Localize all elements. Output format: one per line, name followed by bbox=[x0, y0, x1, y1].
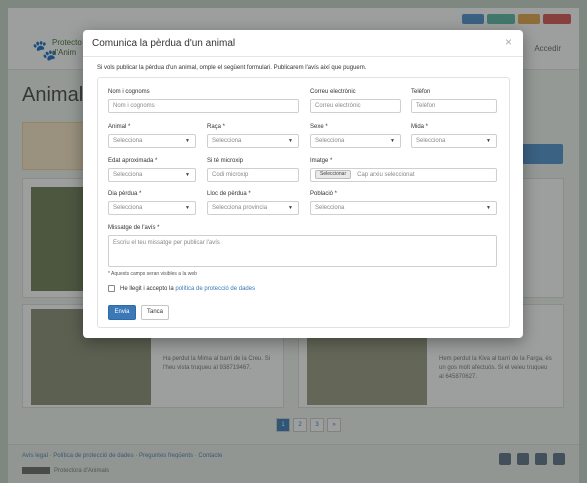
privacy-consent-label: He llegit i accepto la política de prote… bbox=[120, 286, 255, 292]
breed-select-value: Selecciona bbox=[212, 138, 242, 144]
sex-label: Sexe * bbox=[310, 124, 328, 130]
size-label: Mida * bbox=[411, 124, 429, 130]
date-select-value: Selecciona bbox=[113, 205, 143, 211]
sex-select-value: Selecciona bbox=[315, 138, 345, 144]
name-input[interactable]: Nom i cognoms bbox=[108, 99, 299, 113]
submit-button[interactable]: Envia bbox=[108, 305, 136, 320]
age-select-value: Selecciona bbox=[113, 172, 143, 178]
modal-title: Comunica la pèrdua d'un animal bbox=[92, 38, 236, 49]
microchip-label: Si té microxip bbox=[207, 158, 244, 164]
close-icon[interactable]: × bbox=[505, 36, 512, 48]
select-file-button[interactable]: Seleccionar bbox=[315, 170, 352, 179]
file-status-text: Cap arxiu seleccionat bbox=[357, 172, 415, 178]
animal-label: Animal * bbox=[108, 124, 131, 130]
lost-animal-form: Nom i cognoms Nom i cognoms Correu elect… bbox=[97, 77, 510, 328]
message-label: Missatge de l'avís * bbox=[108, 225, 160, 231]
chevron-down-icon: ▼ bbox=[185, 138, 190, 144]
size-select-value: Selecciona bbox=[416, 138, 446, 144]
name-label: Nom i cognoms bbox=[108, 89, 150, 95]
image-file-input[interactable]: Seleccionar Cap arxiu seleccionat bbox=[310, 168, 497, 182]
email-label: Correu electrònic bbox=[310, 89, 356, 95]
modal-header: Comunica la pèrdua d'un animal × bbox=[83, 30, 523, 57]
chevron-down-icon: ▼ bbox=[288, 138, 293, 144]
email-input[interactable]: Correu electrònic bbox=[310, 99, 401, 113]
microchip-input[interactable]: Codi microxip bbox=[207, 168, 299, 182]
chevron-down-icon: ▼ bbox=[486, 138, 491, 144]
age-label: Edat aproximada * bbox=[108, 158, 158, 164]
age-select[interactable]: Selecciona ▼ bbox=[108, 168, 196, 182]
report-lost-animal-modal: Comunica la pèrdua d'un animal × Si vols… bbox=[83, 30, 523, 338]
chevron-down-icon: ▼ bbox=[185, 205, 190, 211]
consent-text: He llegit i accepto la bbox=[120, 286, 176, 292]
privacy-checkbox[interactable] bbox=[108, 285, 115, 292]
animal-select-value: Selecciona bbox=[113, 138, 143, 144]
privacy-policy-link[interactable]: política de protecció de dades bbox=[175, 286, 255, 292]
chevron-down-icon: ▼ bbox=[486, 205, 491, 211]
town-label: Població * bbox=[310, 191, 338, 197]
image-label: Imatge * bbox=[310, 158, 333, 164]
date-label: Dia pèrdua * bbox=[108, 191, 142, 197]
place-label: Lloc de pèrdua * bbox=[207, 191, 251, 197]
animal-select[interactable]: Selecciona ▼ bbox=[108, 134, 196, 148]
province-select-value: Selecciona provincia bbox=[212, 205, 268, 211]
sex-select[interactable]: Selecciona ▼ bbox=[310, 134, 401, 148]
phone-label: Telèfon bbox=[411, 89, 431, 95]
town-select-value: Selecciona bbox=[315, 205, 345, 211]
phone-input[interactable]: Telèfon bbox=[411, 99, 497, 113]
breed-label: Raça * bbox=[207, 124, 226, 130]
town-select[interactable]: Selecciona ▼ bbox=[310, 201, 497, 215]
message-textarea[interactable]: Escriu el teu missatge per publicar l'av… bbox=[108, 235, 497, 267]
modal-intro-text: Si vols publicar la pèrdua d'un animal, … bbox=[97, 65, 367, 71]
province-select[interactable]: Selecciona provincia ▼ bbox=[207, 201, 299, 215]
chevron-down-icon: ▼ bbox=[288, 205, 293, 211]
chevron-down-icon: ▼ bbox=[185, 172, 190, 178]
breed-select[interactable]: Selecciona ▼ bbox=[207, 134, 299, 148]
close-button[interactable]: Tanca bbox=[141, 305, 169, 320]
date-select[interactable]: Selecciona ▼ bbox=[108, 201, 196, 215]
size-select[interactable]: Selecciona ▼ bbox=[411, 134, 497, 148]
visible-fields-note: * Aquests camps seran visibles a la web bbox=[108, 271, 197, 277]
chevron-down-icon: ▼ bbox=[390, 138, 395, 144]
